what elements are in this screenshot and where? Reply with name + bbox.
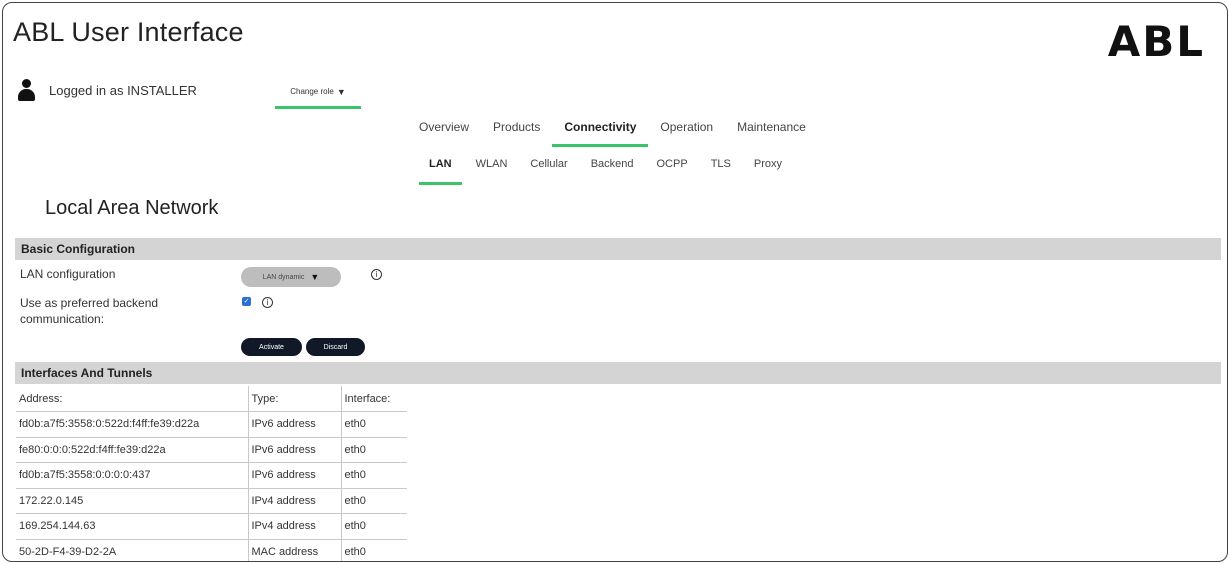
tab-operation[interactable]: Operation [648,115,725,147]
subtab-lan[interactable]: LAN [419,153,462,185]
interface-cell: eth0 [340,487,407,514]
column-header-type: Type: [247,386,342,412]
address-cell: fd0b:a7f5:3558:0:522d:f4ff:fe39:d22a [16,411,249,438]
discard-button[interactable]: Discard [306,338,365,356]
logged-in-text: Logged in as INSTALLER [49,82,197,98]
caret-down-icon: ▼ [336,86,346,97]
type-cell: IPv4 address [247,487,342,514]
sub-nav: LAN WLAN Cellular Backend OCPP TLS Proxy [419,153,805,185]
table-row: fd0b:a7f5:3558:0:0:0:0:437 IPv6 address … [16,462,407,489]
caret-down-icon: ▼ [310,272,320,282]
activate-button[interactable]: Activate [241,338,302,356]
subtab-wlan[interactable]: WLAN [476,153,508,185]
type-cell: IPv6 address [247,436,342,463]
tab-connectivity[interactable]: Connectivity [552,115,649,147]
address-cell: 50-2D-F4-39-D2-2A [16,538,249,561]
preferred-backend-label: Use as preferred backend communication: [20,296,159,326]
interface-cell: eth0 [340,462,407,489]
app-title: ABL User Interface [13,17,244,47]
type-cell: IPv6 address [247,462,342,489]
tab-products[interactable]: Products [481,115,552,147]
user-icon [17,79,35,101]
table-row: 50-2D-F4-39-D2-2A MAC address eth0 [16,538,407,561]
main-nav: Overview Products Connectivity Operation… [407,115,818,147]
lan-configuration-select[interactable]: LAN dynamic ▼ [241,267,341,287]
address-cell: fe80:0:0:0:522d:f4ff:fe39:d22a [16,436,249,463]
subtab-tls[interactable]: TLS [711,153,731,185]
interface-cell: eth0 [340,436,407,463]
subtab-cellular[interactable]: Cellular [530,153,567,185]
lan-configuration-label: LAN configuration [20,267,116,281]
info-icon[interactable]: i [262,297,273,308]
type-cell: IPv4 address [247,513,342,540]
type-cell: IPv6 address [247,411,342,438]
table-row: 172.22.0.145 IPv4 address eth0 [16,487,407,514]
app-window: ABL User Interface ABL Logged in as INST… [2,2,1228,562]
tab-maintenance[interactable]: Maintenance [725,115,818,147]
tab-overview[interactable]: Overview [407,115,481,147]
subtab-proxy[interactable]: Proxy [754,153,782,185]
table-row: fd0b:a7f5:3558:0:522d:f4ff:fe39:d22a IPv… [16,411,407,438]
column-header-address: Address: [16,386,249,412]
interface-cell: eth0 [340,411,407,438]
lan-configuration-value: LAN dynamic [262,273,305,281]
change-role-button[interactable]: Change role ▼ [275,77,361,109]
address-cell: 172.22.0.145 [16,487,249,514]
table-row: fe80:0:0:0:522d:f4ff:fe39:d22a IPv6 addr… [16,436,407,463]
page-title: Local Area Network [45,197,219,219]
address-cell: 169.254.144.63 [16,513,249,540]
interface-cell: eth0 [340,513,407,540]
table-header-row: Address: Type: Interface: [16,386,407,412]
interfaces-and-tunnels-header: Interfaces And Tunnels [15,362,1221,384]
column-header-interface: Interface: [340,386,407,412]
preferred-backend-checkbox[interactable]: ✓ [242,297,251,306]
user-info: Logged in as INSTALLER [17,79,197,101]
address-cell: fd0b:a7f5:3558:0:0:0:0:437 [16,462,249,489]
abl-logo: ABL [1107,17,1205,66]
basic-configuration-header: Basic Configuration [15,238,1221,260]
interfaces-table: Address: Type: Interface: fd0b:a7f5:3558… [16,386,407,561]
info-icon[interactable]: i [371,269,382,280]
subtab-backend[interactable]: Backend [591,153,634,185]
table-row: 169.254.144.63 IPv4 address eth0 [16,513,407,540]
change-role-label: Change role [290,87,334,96]
type-cell: MAC address [247,538,342,561]
interface-cell: eth0 [340,538,407,561]
subtab-ocpp[interactable]: OCPP [657,153,688,185]
